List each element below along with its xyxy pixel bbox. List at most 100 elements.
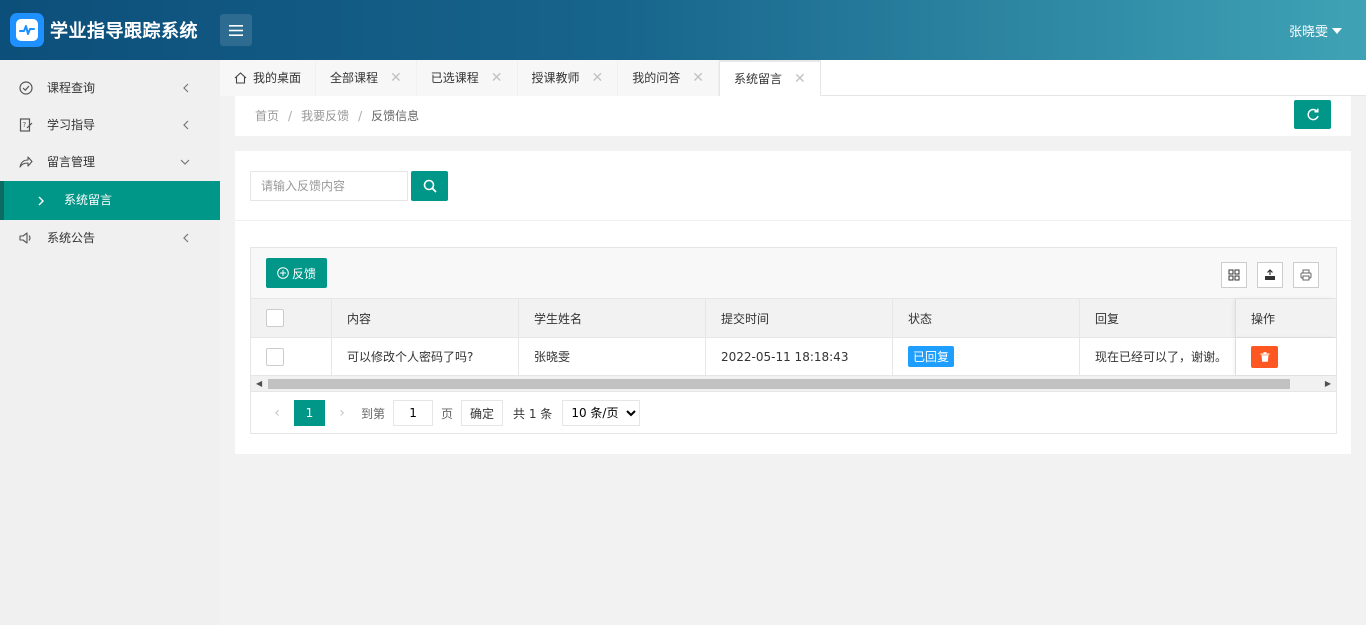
chevron-left-icon	[183, 120, 189, 130]
tab-selected-courses[interactable]: 已选课程 ✕	[416, 60, 518, 96]
row-checkbox-cell	[251, 338, 332, 375]
chevron-down-icon	[180, 159, 190, 165]
horizontal-scrollbar[interactable]: ◀ ▶	[251, 376, 1336, 392]
next-page-icon[interactable]: ›	[331, 405, 353, 421]
table-row: 可以修改个人密码了吗? 张晓雯 2022-05-11 18:18:43 已回复 …	[251, 338, 1336, 376]
caret-down-icon	[1332, 27, 1342, 34]
sidebar: 课程查询 ? 学习指导 留言管理 系统留言 系统公告	[0, 60, 220, 625]
sidebar-item-label: 系统留言	[64, 193, 113, 207]
tab-my-desktop[interactable]: 我的桌面	[220, 60, 317, 96]
export-icon	[1265, 269, 1275, 280]
tab-label: 系统留言	[734, 72, 783, 86]
breadcrumb-bar: 首页 / 我要反馈 / 反馈信息	[235, 96, 1351, 136]
app-title: 学业指导跟踪系统	[50, 21, 198, 42]
close-icon[interactable]: ✕	[390, 61, 402, 95]
columns-icon	[1228, 269, 1240, 281]
cell-time: 2022-05-11 18:18:43	[706, 338, 893, 375]
header-checkbox-cell	[251, 299, 332, 337]
add-feedback-label: 反馈	[291, 266, 316, 281]
data-table: 反馈 内容 学生姓名 提交时间 状态 回复 操作 可以修改个人密码了吗? 张晓雯…	[250, 247, 1337, 434]
row-checkbox[interactable]	[266, 347, 284, 366]
svg-text:?: ?	[23, 121, 27, 129]
confirm-goto-button[interactable]: 确定	[461, 400, 504, 426]
search-input[interactable]	[250, 171, 408, 201]
close-icon[interactable]: ✕	[592, 61, 604, 95]
table-header: 内容 学生姓名 提交时间 状态 回复 操作	[251, 299, 1336, 338]
tab-teachers[interactable]: 授课教师 ✕	[517, 60, 619, 96]
column-header-actions: 操作	[1236, 299, 1336, 337]
menu-toggle-button[interactable]	[220, 14, 252, 46]
page-unit-label: 页	[441, 406, 454, 421]
top-header: 学业指导跟踪系统 张晓雯	[0, 0, 1366, 60]
tab-my-qa[interactable]: 我的问答 ✕	[618, 60, 720, 96]
sidebar-item-label: 学习指导	[47, 118, 96, 132]
refresh-button[interactable]	[1294, 100, 1331, 129]
close-icon[interactable]: ✕	[491, 61, 503, 95]
tab-all-courses[interactable]: 全部课程 ✕	[316, 60, 417, 96]
page-size-select[interactable]: 10 条/页	[562, 400, 641, 426]
search-icon	[423, 179, 437, 193]
chevron-left-icon	[183, 233, 189, 243]
scroll-left-icon[interactable]: ◀	[256, 379, 262, 388]
breadcrumb-current: 反馈信息	[371, 109, 420, 123]
column-header-content: 内容	[332, 299, 519, 337]
plus-circle-icon	[277, 267, 289, 279]
column-header-student: 学生姓名	[519, 299, 706, 337]
tab-label: 我的桌面	[253, 71, 302, 85]
sidebar-item-announcement[interactable]: 系统公告	[0, 220, 220, 257]
app-logo	[10, 13, 44, 47]
pagination: ‹ 1 › 到第 页 确定 共 1 条 10 条/页	[251, 393, 1336, 433]
column-header-status: 状态	[893, 299, 1080, 337]
column-header-reply: 回复	[1080, 299, 1236, 337]
sidebar-item-label: 系统公告	[47, 231, 96, 245]
refresh-icon	[1306, 108, 1319, 120]
tab-label: 已选课程	[430, 71, 479, 85]
scrollbar-thumb[interactable]	[268, 379, 1290, 389]
user-menu[interactable]: 张晓雯	[1289, 21, 1342, 40]
user-name: 张晓雯	[1288, 25, 1328, 40]
check-circle-icon	[19, 81, 33, 95]
prev-page-icon[interactable]: ‹	[266, 405, 288, 421]
close-icon[interactable]: ✕	[794, 62, 806, 96]
breadcrumb-home[interactable]: 首页	[255, 109, 279, 123]
sidebar-item-study-guide[interactable]: ? 学习指导	[0, 107, 220, 144]
print-button[interactable]	[1293, 262, 1319, 288]
table-toolbar: 反馈	[251, 248, 1336, 299]
cell-actions	[1236, 338, 1336, 375]
tab-label: 我的问答	[632, 71, 681, 85]
home-icon	[234, 72, 247, 84]
tab-system-message[interactable]: 系统留言 ✕	[719, 60, 821, 96]
breadcrumb-parent[interactable]: 我要反馈	[301, 109, 349, 123]
sidebar-item-label: 课程查询	[47, 81, 96, 95]
hamburger-icon	[229, 24, 243, 36]
search-area	[235, 151, 1351, 221]
sidebar-item-course-query[interactable]: 课程查询	[0, 70, 220, 107]
chevron-right-icon	[38, 196, 44, 206]
sidebar-item-system-message[interactable]: 系统留言	[0, 181, 220, 220]
delete-button[interactable]	[1251, 345, 1278, 368]
chevron-left-icon	[183, 83, 189, 93]
select-all-checkbox[interactable]	[266, 309, 284, 327]
columns-filter-button[interactable]	[1221, 262, 1247, 288]
close-icon[interactable]: ✕	[692, 61, 704, 95]
total-count: 共 1 条	[513, 406, 553, 421]
cell-reply: 现在已经可以了，谢谢。	[1080, 338, 1236, 375]
tab-label: 授课教师	[531, 71, 580, 85]
breadcrumb: 首页 / 我要反馈 / 反馈信息	[255, 109, 420, 123]
cell-status: 已回复	[893, 338, 1080, 375]
goto-page-input[interactable]	[393, 400, 434, 426]
page-current[interactable]: 1	[294, 400, 325, 426]
cell-content: 可以修改个人密码了吗?	[332, 338, 519, 375]
scroll-right-icon[interactable]: ▶	[1325, 379, 1331, 388]
main-card: 反馈	[235, 151, 1351, 454]
export-button[interactable]	[1257, 262, 1283, 288]
search-button[interactable]	[411, 171, 448, 201]
speaker-icon	[19, 232, 31, 244]
print-icon	[1300, 269, 1312, 281]
trash-icon	[1260, 351, 1269, 362]
sidebar-item-message-mgmt[interactable]: 留言管理	[0, 144, 220, 181]
add-feedback-button[interactable]: 反馈	[266, 258, 327, 288]
goto-label: 到第	[361, 406, 386, 421]
sidebar-item-label: 留言管理	[47, 155, 96, 169]
edit-note-icon: ?	[19, 118, 33, 132]
